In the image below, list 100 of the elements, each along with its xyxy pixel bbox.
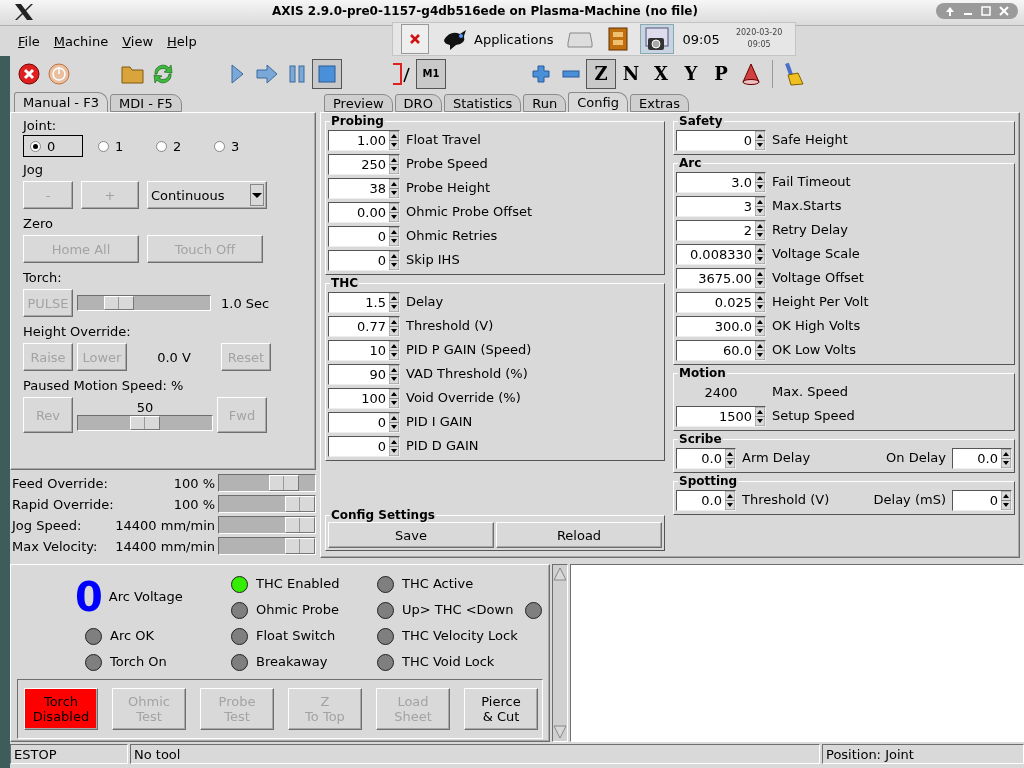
- slider-thumb[interactable]: [268, 475, 299, 491]
- number-spinbox[interactable]: 3.0: [676, 171, 766, 193]
- view-button[interactable]: N: [616, 59, 646, 89]
- number-spinbox[interactable]: 38: [328, 177, 400, 199]
- number-spinbox[interactable]: 0.0: [676, 489, 736, 511]
- spin-arrows-icon[interactable]: [755, 244, 765, 264]
- slider-thumb[interactable]: [103, 296, 134, 310]
- number-spinbox[interactable]: 300.0: [676, 315, 766, 337]
- tab[interactable]: Statistics: [443, 94, 522, 112]
- number-spinbox[interactable]: 3: [676, 195, 766, 217]
- radio-option[interactable]: 0: [23, 135, 83, 157]
- field-label: Voltage Offset: [772, 269, 864, 287]
- menu-item[interactable]: Help: [167, 33, 197, 49]
- jog-mode-dropdown[interactable]: Continuous: [147, 181, 267, 209]
- number-spinbox[interactable]: 0: [328, 411, 400, 433]
- slider-thumb[interactable]: [285, 517, 315, 533]
- spin-arrows-icon[interactable]: [1001, 490, 1011, 510]
- tab[interactable]: Run: [523, 94, 567, 112]
- settings-button[interactable]: Reload: [496, 522, 662, 548]
- spin-arrows-icon[interactable]: [389, 154, 399, 174]
- number-spinbox[interactable]: 2: [676, 219, 766, 241]
- number-spinbox[interactable]: 0.00: [328, 201, 400, 223]
- spin-arrows-icon[interactable]: [389, 178, 399, 198]
- spin-arrows-icon[interactable]: [389, 202, 399, 222]
- spin-arrows-icon[interactable]: [389, 226, 399, 246]
- spin-arrows-icon[interactable]: [755, 340, 765, 360]
- slider-thumb[interactable]: [130, 415, 160, 430]
- number-spinbox[interactable]: 1500: [676, 405, 766, 427]
- spin-arrows-icon[interactable]: [389, 436, 399, 456]
- number-spinbox[interactable]: 0.008330: [676, 243, 766, 265]
- number-spinbox[interactable]: 0: [328, 249, 400, 271]
- menu-item[interactable]: View: [122, 33, 154, 49]
- number-spinbox[interactable]: 60.0: [676, 339, 766, 361]
- applications-menu[interactable]: Applications: [437, 24, 557, 54]
- spin-arrows-icon[interactable]: [755, 406, 765, 426]
- spin-arrows-icon[interactable]: [389, 412, 399, 432]
- number-spinbox[interactable]: 0.0: [952, 447, 1012, 469]
- view-button[interactable]: Y: [676, 59, 706, 89]
- spin-arrows-icon[interactable]: [389, 316, 399, 336]
- spin-arrows-icon[interactable]: [755, 292, 765, 312]
- settings-button[interactable]: Save: [328, 522, 494, 548]
- spin-arrows-icon[interactable]: [755, 130, 765, 150]
- number-spinbox[interactable]: 0: [952, 489, 1012, 511]
- number-spinbox[interactable]: 1.00: [328, 129, 400, 151]
- caret-icon: [250, 184, 264, 206]
- number-spinbox[interactable]: 1.5: [328, 291, 400, 313]
- tab[interactable]: Manual - F3: [14, 92, 108, 112]
- spin-arrows-icon[interactable]: [1001, 448, 1011, 468]
- number-spinbox[interactable]: 0.77: [328, 315, 400, 337]
- tab[interactable]: Preview: [324, 94, 393, 112]
- number-spinbox[interactable]: 10: [328, 339, 400, 361]
- radio-option[interactable]: 1: [91, 135, 141, 157]
- tab[interactable]: Extras: [630, 94, 690, 112]
- spin-arrows-icon[interactable]: [389, 130, 399, 150]
- number-spinbox[interactable]: 100: [328, 387, 400, 409]
- tab[interactable]: Config: [568, 92, 628, 112]
- tab[interactable]: MDI - F5: [109, 94, 182, 112]
- tab[interactable]: DRO: [394, 94, 442, 112]
- menu-item[interactable]: Machine: [53, 33, 109, 49]
- spin-arrows-icon[interactable]: [725, 448, 735, 468]
- close-icon[interactable]: [998, 5, 1010, 17]
- close-button[interactable]: [401, 24, 429, 54]
- action-button[interactable]: Torch Disabled: [24, 688, 98, 730]
- screenshot-launcher[interactable]: [640, 24, 675, 54]
- view-button[interactable]: X: [646, 59, 676, 89]
- arrow-up-icon[interactable]: [944, 5, 956, 17]
- spin-arrows-icon[interactable]: [755, 172, 765, 192]
- number-spinbox[interactable]: 0.0: [676, 447, 736, 469]
- spin-arrows-icon[interactable]: [389, 364, 399, 384]
- spin-arrows-icon[interactable]: [389, 292, 399, 312]
- view-button[interactable]: P: [706, 59, 736, 89]
- camera-icon: [643, 26, 672, 52]
- optional-stop-button[interactable]: M1: [416, 59, 446, 89]
- view-button[interactable]: Z: [586, 59, 616, 89]
- maximize-icon[interactable]: [980, 5, 992, 17]
- number-spinbox[interactable]: 3675.00: [676, 267, 766, 289]
- slider-thumb[interactable]: [285, 538, 315, 554]
- spin-arrows-icon[interactable]: [755, 196, 765, 216]
- number-spinbox[interactable]: 0: [328, 225, 400, 247]
- number-spinbox[interactable]: 0: [676, 129, 766, 151]
- field-label: Setup Speed: [772, 407, 855, 425]
- spin-arrows-icon[interactable]: [389, 340, 399, 360]
- spin-arrows-icon[interactable]: [755, 268, 765, 288]
- radio-option[interactable]: 2: [149, 135, 199, 157]
- spin-arrows-icon[interactable]: [389, 250, 399, 270]
- field-label: Retry Delay: [772, 221, 848, 239]
- spin-arrows-icon[interactable]: [725, 490, 735, 510]
- menu-item[interactable]: File: [18, 33, 40, 49]
- action-button[interactable]: Pierce & Cut: [464, 688, 538, 730]
- spin-arrows-icon[interactable]: [755, 220, 765, 240]
- spin-arrows-icon[interactable]: [389, 388, 399, 408]
- number-spinbox[interactable]: 250: [328, 153, 400, 175]
- cone-icon: [740, 62, 762, 86]
- number-spinbox[interactable]: 0.025: [676, 291, 766, 313]
- stop-button[interactable]: [312, 59, 342, 89]
- radio-option[interactable]: 3: [207, 135, 257, 157]
- number-spinbox[interactable]: 90: [328, 363, 400, 385]
- slider-thumb[interactable]: [285, 496, 315, 512]
- spin-arrows-icon[interactable]: [755, 316, 765, 336]
- number-spinbox[interactable]: 0: [328, 435, 400, 457]
